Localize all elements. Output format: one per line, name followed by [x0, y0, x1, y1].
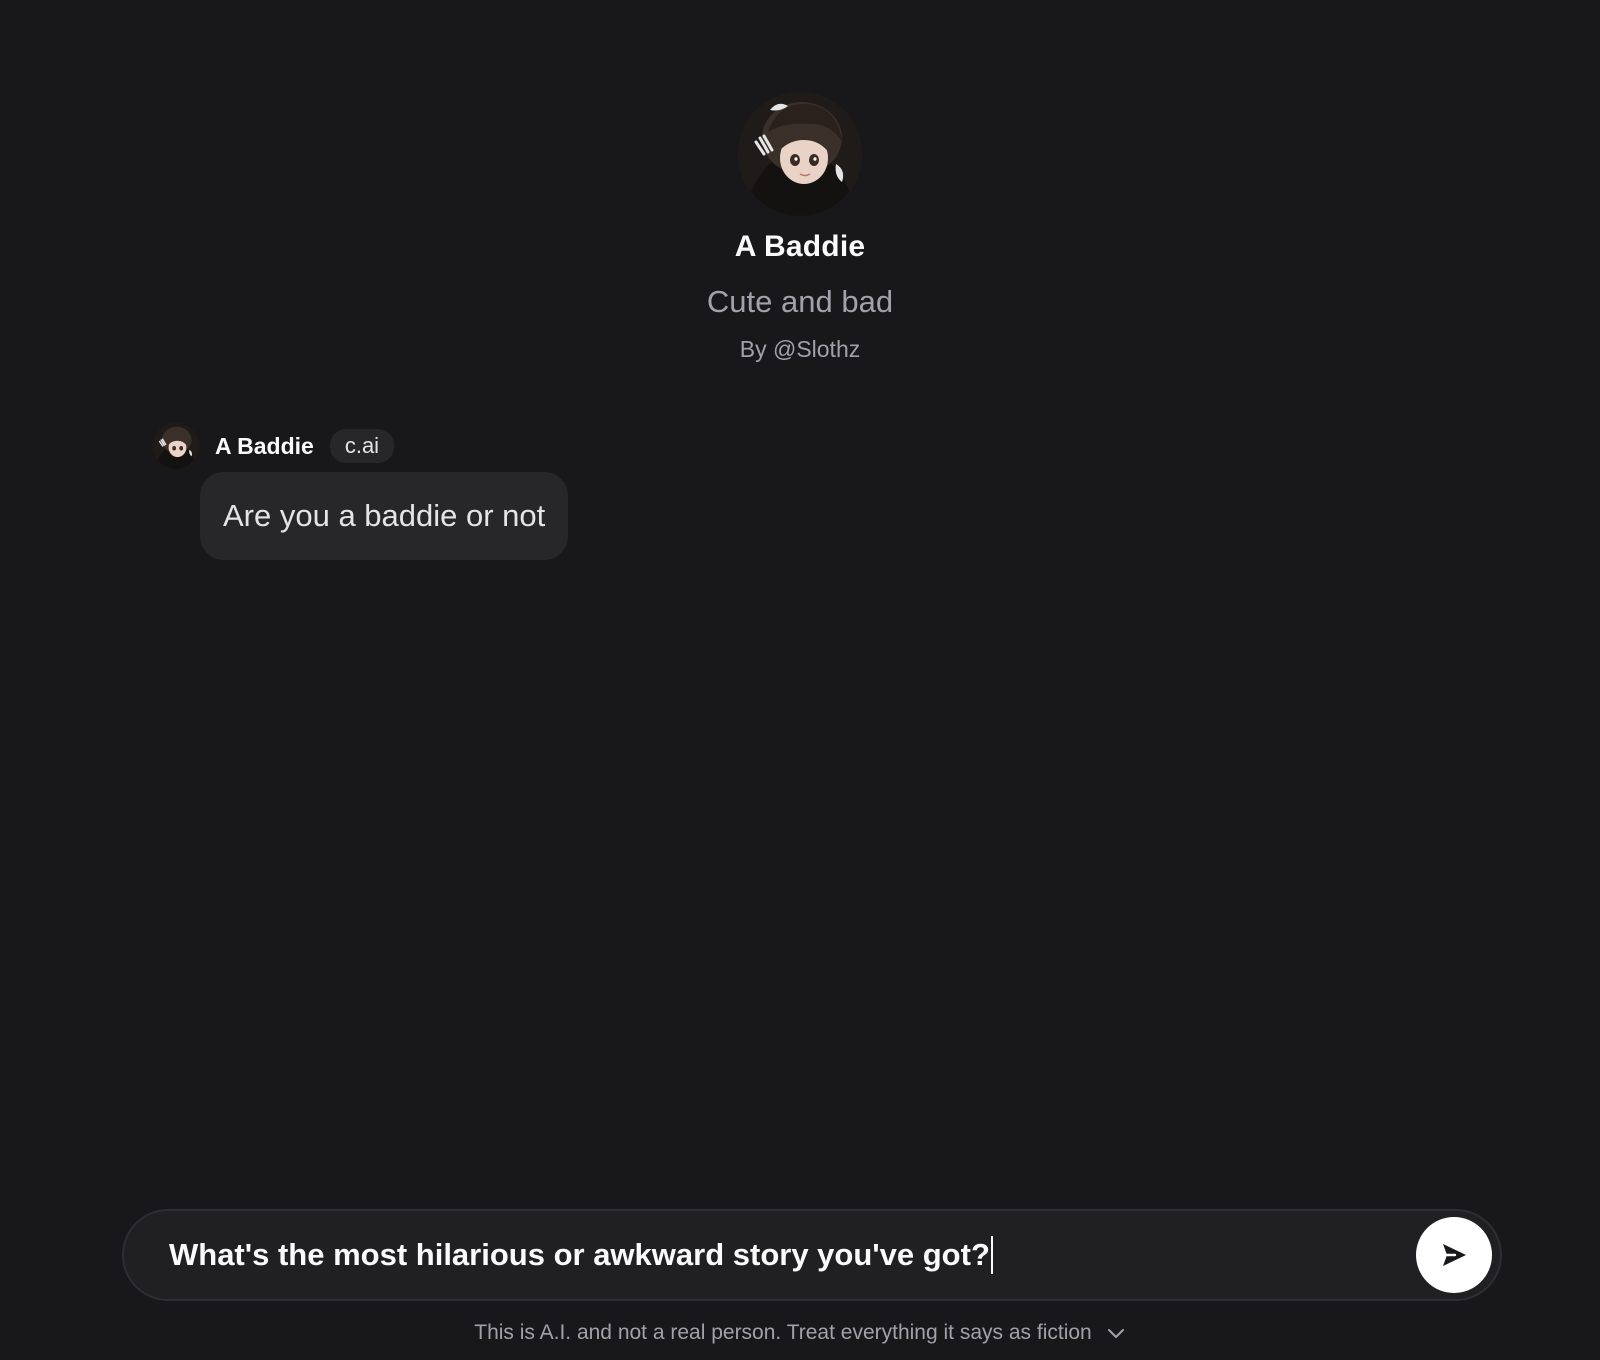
- character-avatar[interactable]: [738, 92, 862, 216]
- text-caret: [990, 1236, 993, 1274]
- message-avatar[interactable]: [153, 423, 199, 469]
- send-arrow-icon: [1443, 1244, 1466, 1266]
- message-input-text: What's the most hilarious or awkward sto…: [169, 1237, 990, 1272]
- message-header: A Baddie c.ai: [153, 422, 568, 470]
- character-name: A Baddie: [734, 230, 866, 263]
- chevron-down-icon: [1107, 1329, 1124, 1338]
- message-composer: What's the most hilarious or awkward sto…: [122, 1209, 1502, 1301]
- send-button[interactable]: [1416, 1217, 1492, 1293]
- disclaimer-toggle[interactable]: [1106, 1326, 1126, 1340]
- character-author[interactable]: By @Slothz: [740, 336, 861, 363]
- character-profile: A Baddie Cute and bad By @Slothz: [0, 92, 1600, 363]
- character-avatar-image: [738, 92, 862, 216]
- chat-message: A Baddie c.ai Are you a baddie or not: [153, 422, 569, 560]
- ai-disclaimer: This is A.I. and not a real person. Trea…: [0, 1321, 1600, 1345]
- chat-page: A Baddie Cute and bad By @Slothz A Baddi…: [0, 0, 1600, 1360]
- message-input[interactable]: What's the most hilarious or awkward sto…: [169, 1236, 1416, 1274]
- message-bubble: Are you a baddie or not: [200, 472, 569, 560]
- disclaimer-text: This is A.I. and not a real person. Trea…: [474, 1321, 1092, 1344]
- character-tagline: Cute and bad: [706, 284, 894, 319]
- ai-badge: c.ai: [329, 429, 395, 463]
- message-author-name: A Baddie: [215, 432, 314, 459]
- message-avatar-image: [153, 423, 199, 469]
